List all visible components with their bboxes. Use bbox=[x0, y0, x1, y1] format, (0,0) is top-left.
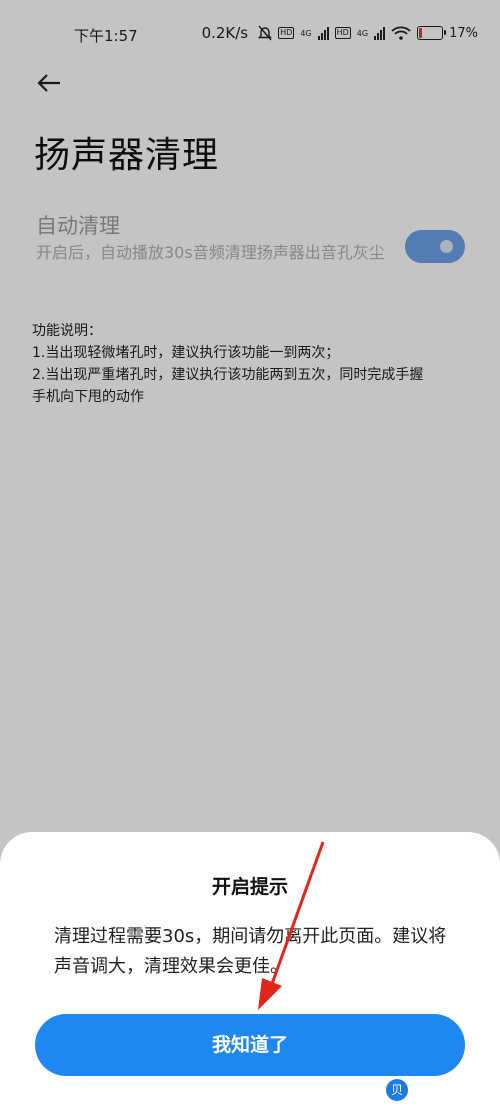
confirm-button[interactable]: 我知道了 bbox=[35, 1014, 465, 1076]
watermark-name: 贝斯特安卓网 bbox=[412, 1078, 496, 1094]
bottom-sheet-dialog: 开启提示 清理过程需要30s，期间请勿离开此页面。建议将声音调大，清理效果会更佳… bbox=[0, 832, 500, 1111]
watermark-text: 贝斯特安卓网 www.zjbstyy.com bbox=[412, 1075, 496, 1105]
watermark-url: www.zjbstyy.com bbox=[412, 1095, 489, 1105]
watermark-logo-icon: 贝 bbox=[386, 1079, 408, 1101]
watermark: 贝 贝斯特安卓网 www.zjbstyy.com bbox=[386, 1075, 496, 1105]
dialog-message: 清理过程需要30s，期间请勿离开此页面。建议将声音调大，清理效果会更佳。 bbox=[54, 926, 447, 977]
dialog-title: 开启提示 bbox=[211, 876, 288, 898]
